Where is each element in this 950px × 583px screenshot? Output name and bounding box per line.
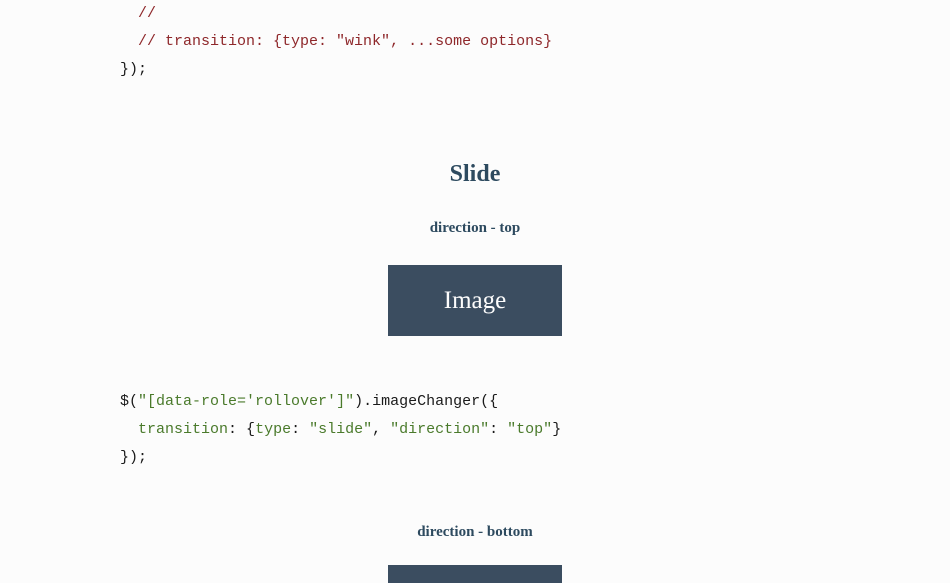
code-close: }); [120, 61, 147, 78]
code-block-top: // // transition: {type: "wink", ...some… [120, 0, 830, 83]
code-comment-line: // [120, 5, 156, 22]
example-heading: direction - top [120, 220, 830, 237]
code-block-example1: $("[data-role='rollover']").imageChanger… [120, 388, 830, 471]
section-title: Slide [120, 161, 830, 188]
image-placeholder[interactable]: Image [388, 265, 562, 336]
image-placeholder-partial[interactable] [388, 565, 562, 583]
example-heading: direction - bottom [120, 524, 830, 541]
code-comment-line: // transition: {type: "wink", ...some op… [120, 33, 552, 50]
